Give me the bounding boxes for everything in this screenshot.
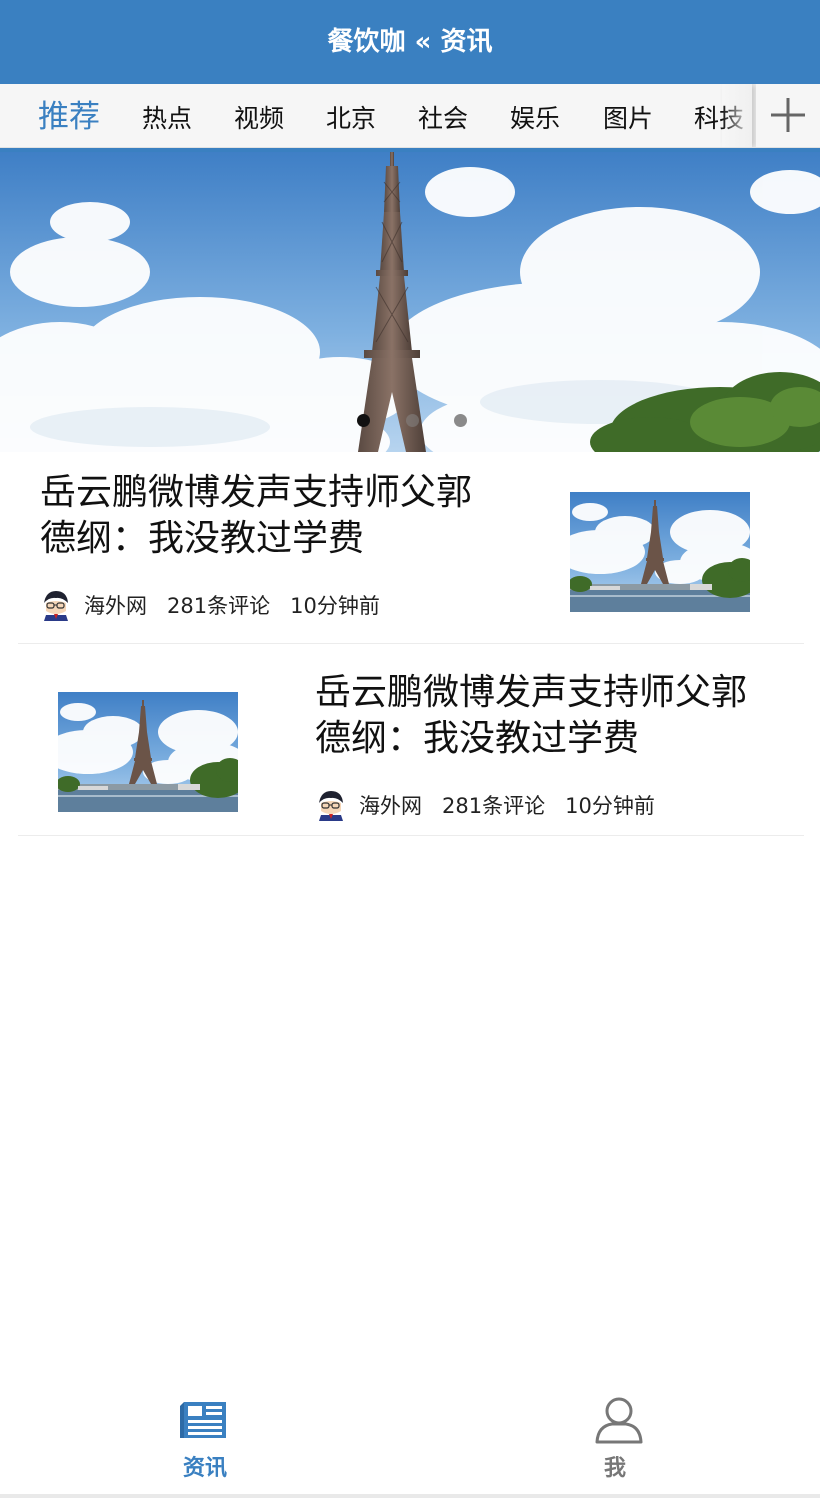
news-headline: 岳云鹏微博发声支持师父郭 德纲：我没教过学费: [40, 470, 540, 562]
add-category-button[interactable]: [756, 84, 820, 147]
tab-recommend[interactable]: 推荐: [38, 84, 100, 147]
news-comments: 281条评论: [167, 594, 271, 618]
category-tab-bar: 推荐 热点 视频 北京 社会 娱乐 图片 科技: [0, 84, 820, 148]
banner-image: [0, 152, 820, 452]
nav-news[interactable]: 资讯: [0, 1380, 410, 1494]
news-meta: 海外网 281条评论 10分钟前: [40, 588, 400, 622]
tab-hot[interactable]: 热点: [142, 84, 192, 147]
headline-line: 德纲：我没教过学费: [315, 718, 640, 759]
carousel-dot-active[interactable]: [357, 414, 370, 427]
tab-pictures[interactable]: 图片: [603, 84, 653, 147]
news-headline: 岳云鹏微博发声支持师父郭 德纲：我没教过学费: [315, 670, 795, 762]
headline-line: 德纲：我没教过学费: [40, 518, 365, 559]
headline-line: 岳云鹏微博发声支持师父郭: [315, 672, 748, 713]
page-title: 餐饮咖 « 资讯: [327, 27, 493, 57]
tab-beijing[interactable]: 北京: [326, 84, 376, 147]
home-indicator-bar: [0, 1494, 820, 1498]
plus-icon: [771, 98, 805, 132]
nav-label: 我: [603, 1456, 626, 1481]
bottom-tab-bar: 资讯 我: [0, 1380, 820, 1494]
carousel-dot[interactable]: [406, 414, 419, 427]
tab-scroll-fade: [722, 84, 752, 147]
tab-society[interactable]: 社会: [418, 84, 468, 147]
news-time: 10分钟前: [565, 794, 655, 818]
banner-carousel[interactable]: [0, 152, 820, 452]
source-avatar: [40, 589, 72, 621]
news-thumbnail: [58, 692, 238, 812]
news-icon: [180, 1402, 226, 1438]
news-list-item[interactable]: 岳云鹏微博发声支持师父郭 德纲：我没教过学费 海外网 281条评论 10分钟前: [18, 644, 804, 836]
headline-line: 岳云鹏微博发声支持师父郭: [40, 472, 473, 513]
news-meta: 海外网 281条评论 10分钟前: [315, 788, 675, 822]
news-time: 10分钟前: [290, 594, 380, 618]
carousel-indicators: [0, 414, 820, 428]
user-icon: [595, 1397, 643, 1444]
news-source: 海外网: [359, 794, 422, 818]
news-list-item[interactable]: 岳云鹏微博发声支持师父郭 德纲：我没教过学费 海外网 281条评论 10分钟前: [18, 452, 804, 644]
nav-me[interactable]: 我: [410, 1380, 820, 1494]
source-avatar: [315, 789, 347, 821]
carousel-dot[interactable]: [454, 414, 467, 427]
tab-entertainment[interactable]: 娱乐: [510, 84, 560, 147]
news-source: 海外网: [84, 594, 147, 618]
news-thumbnail: [570, 492, 750, 612]
news-comments: 281条评论: [442, 794, 546, 818]
app-header: 餐饮咖 « 资讯: [0, 0, 820, 84]
tab-video[interactable]: 视频: [234, 84, 284, 147]
nav-label: 资讯: [182, 1456, 227, 1481]
